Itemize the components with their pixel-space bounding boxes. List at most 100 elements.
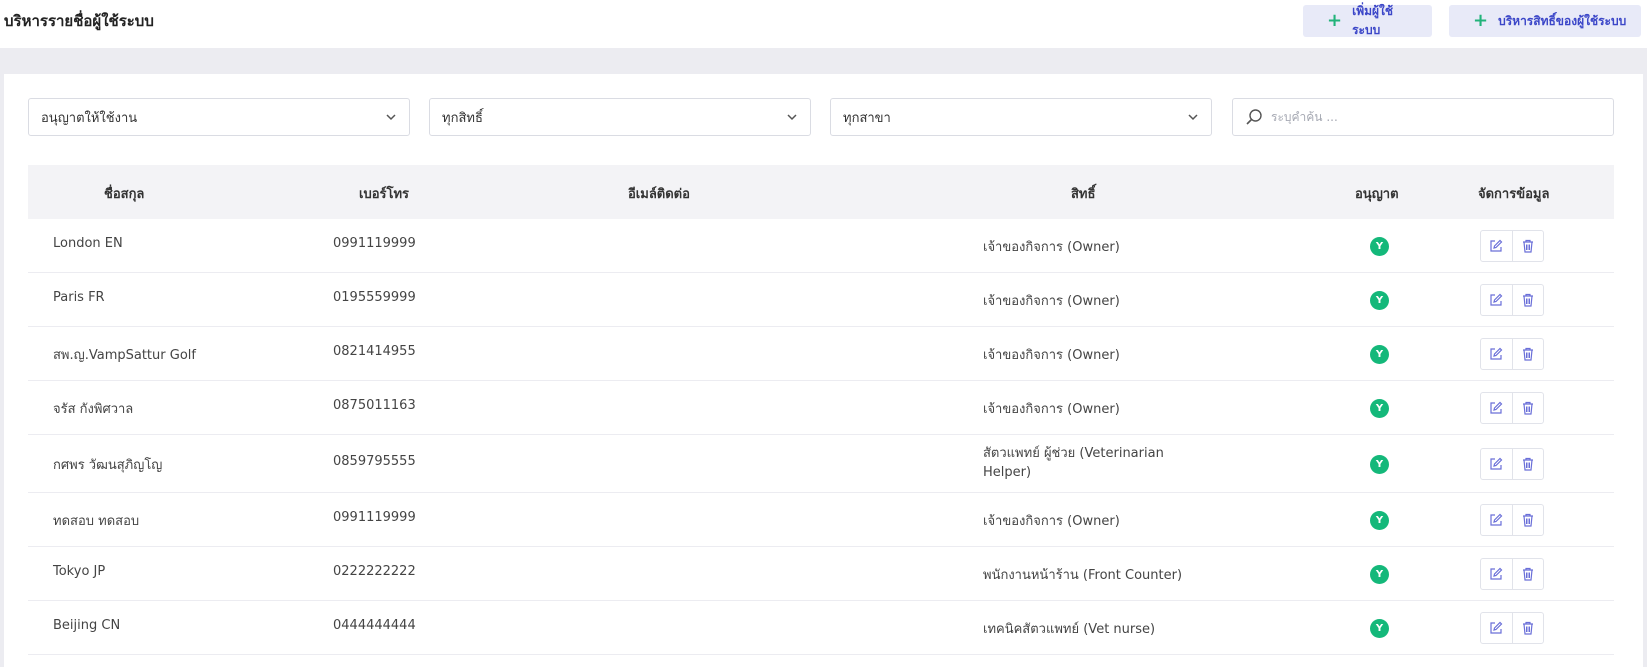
row-actions — [1480, 448, 1544, 480]
trash-icon — [1522, 293, 1533, 307]
delete-button[interactable] — [1511, 449, 1543, 479]
user-role: เจ้าของกิจการ (Owner) — [983, 348, 1120, 363]
allowed-badge: Y — [1370, 565, 1389, 584]
row-actions — [1480, 392, 1544, 424]
plus-icon: + — [1473, 10, 1489, 31]
user-name: จรัส กังพิศวาล — [53, 402, 134, 417]
row-actions — [1480, 504, 1544, 536]
user-role: พนักงานหน้าร้าน (Front Counter) — [983, 568, 1183, 583]
plus-icon: + — [1327, 10, 1343, 31]
top-header: บริหารรายชื่อผู้ใช้ระบบ + เพิ่มผู้ใช้ระบ… — [0, 0, 1647, 48]
allowed-badge: Y — [1370, 237, 1389, 256]
chevron-down-icon — [1188, 114, 1198, 121]
edit-button[interactable] — [1481, 231, 1512, 261]
edit-button[interactable] — [1481, 339, 1512, 369]
add-user-label: เพิ่มผู้ใช้ระบบ — [1352, 4, 1394, 37]
trash-icon — [1522, 347, 1533, 361]
row-actions — [1480, 338, 1544, 370]
user-name: กศพร วัฒนสุภิญโญ — [53, 458, 163, 473]
user-phone: 0991119999 — [333, 236, 416, 251]
user-name: สพ.ญ.VampSattur Golf — [53, 348, 196, 363]
table-row: Beijing CN 0444444444 เทคนิคสัตวแพทย์ (V… — [28, 601, 1614, 655]
trash-icon — [1522, 513, 1533, 527]
allowed-badge: Y — [1370, 291, 1389, 310]
user-name: Paris FR — [53, 290, 105, 305]
edit-button[interactable] — [1481, 449, 1512, 479]
table-row: จรัส กังพิศวาล 0875011163 เจ้าของกิจการ … — [28, 381, 1614, 435]
edit-button[interactable] — [1481, 285, 1512, 315]
column-header-actions: จัดการข้อมูล — [1478, 187, 1550, 202]
column-header-allowed: อนุญาต — [1355, 187, 1399, 202]
page-title: บริหารรายชื่อผู้ใช้ระบบ — [4, 12, 154, 30]
delete-button[interactable] — [1511, 285, 1543, 315]
table-row: Tokyo JP 0222222222 พนักงานหน้าร้าน (Fro… — [28, 547, 1614, 601]
trash-icon — [1522, 567, 1533, 581]
delete-button[interactable] — [1511, 339, 1543, 369]
user-phone: 0444444444 — [333, 618, 416, 633]
user-phone: 0859795555 — [333, 454, 416, 469]
edit-button[interactable] — [1481, 613, 1512, 643]
delete-button[interactable] — [1511, 613, 1543, 643]
user-phone: 0222222222 — [333, 564, 416, 579]
row-actions — [1480, 558, 1544, 590]
branch-filter-select[interactable]: ทุกสาขา — [830, 98, 1212, 136]
edit-button[interactable] — [1481, 393, 1512, 423]
allowed-badge: Y — [1370, 619, 1389, 638]
edit-button[interactable] — [1481, 505, 1512, 535]
row-actions — [1480, 284, 1544, 316]
manage-permissions-label: บริหารสิทธิ์ของผู้ใช้ระบบ — [1498, 13, 1627, 28]
allowed-badge: Y — [1370, 345, 1389, 364]
table-row: Paris FR 0195559999 เจ้าของกิจการ (Owner… — [28, 273, 1614, 327]
table-row: London EN 0991119999 เจ้าของกิจการ (Owne… — [28, 219, 1614, 273]
delete-button[interactable] — [1511, 559, 1543, 589]
user-role: สัตวแพทย์ ผู้ช่วย (Veterinarian Helper) — [983, 446, 1164, 480]
user-phone: 0195559999 — [333, 290, 416, 305]
delete-button[interactable] — [1511, 393, 1543, 423]
trash-icon — [1522, 401, 1533, 415]
search-input[interactable] — [1271, 110, 1601, 124]
role-filter-select[interactable]: ทุกสิทธิ์ — [429, 98, 811, 136]
row-actions — [1480, 612, 1544, 644]
edit-icon — [1490, 347, 1503, 360]
page-gutter-right — [1643, 74, 1647, 667]
chevron-down-icon — [787, 114, 797, 121]
allowed-badge: Y — [1370, 511, 1389, 530]
edit-button[interactable] — [1481, 559, 1512, 589]
user-role: เจ้าของกิจการ (Owner) — [983, 514, 1120, 529]
user-name: ทดสอบ ทดสอบ — [53, 514, 140, 529]
table-row: กศพร วัฒนสุภิญโญ 0859795555 สัตวแพทย์ ผู… — [28, 435, 1614, 493]
manage-permissions-button[interactable]: + บริหารสิทธิ์ของผู้ใช้ระบบ — [1449, 5, 1641, 37]
user-name: Tokyo JP — [53, 564, 106, 579]
trash-icon — [1522, 239, 1533, 253]
user-role: เจ้าของกิจการ (Owner) — [983, 240, 1120, 255]
delete-button[interactable] — [1511, 505, 1543, 535]
chevron-down-icon — [386, 114, 396, 121]
user-name: Beijing CN — [53, 618, 121, 633]
table-header: ชื่อสกุล เบอร์โทร อีเมล์ติดต่อ สิทธิ์ อน… — [28, 165, 1614, 219]
user-role: เจ้าของกิจการ (Owner) — [983, 402, 1120, 417]
status-filter-value: อนุญาตให้ใช้งาน — [41, 110, 138, 126]
edit-icon — [1490, 239, 1503, 252]
role-filter-value: ทุกสิทธิ์ — [442, 110, 483, 126]
edit-icon — [1490, 567, 1503, 580]
branch-filter-value: ทุกสาขา — [843, 110, 891, 126]
column-header-name: ชื่อสกุล — [104, 187, 145, 202]
user-phone: 0821414955 — [333, 344, 416, 359]
page-divider-band — [0, 48, 1647, 74]
search-box — [1232, 98, 1614, 136]
user-role: เจ้าของกิจการ (Owner) — [983, 294, 1120, 309]
delete-button[interactable] — [1511, 231, 1543, 261]
status-filter-select[interactable]: อนุญาตให้ใช้งาน — [28, 98, 410, 136]
column-header-email: อีเมล์ติดต่อ — [628, 187, 690, 202]
column-header-phone: เบอร์โทร — [359, 187, 410, 202]
table-row: สพ.ญ.VampSattur Golf 0821414955 เจ้าของก… — [28, 327, 1614, 381]
row-actions — [1480, 230, 1544, 262]
trash-icon — [1522, 457, 1533, 471]
edit-icon — [1490, 401, 1503, 414]
user-name: London EN — [53, 236, 123, 251]
edit-icon — [1490, 513, 1503, 526]
add-user-button[interactable]: + เพิ่มผู้ใช้ระบบ — [1303, 4, 1432, 37]
user-phone: 0991119999 — [333, 510, 416, 525]
search-icon — [1246, 109, 1262, 125]
edit-icon — [1490, 293, 1503, 306]
